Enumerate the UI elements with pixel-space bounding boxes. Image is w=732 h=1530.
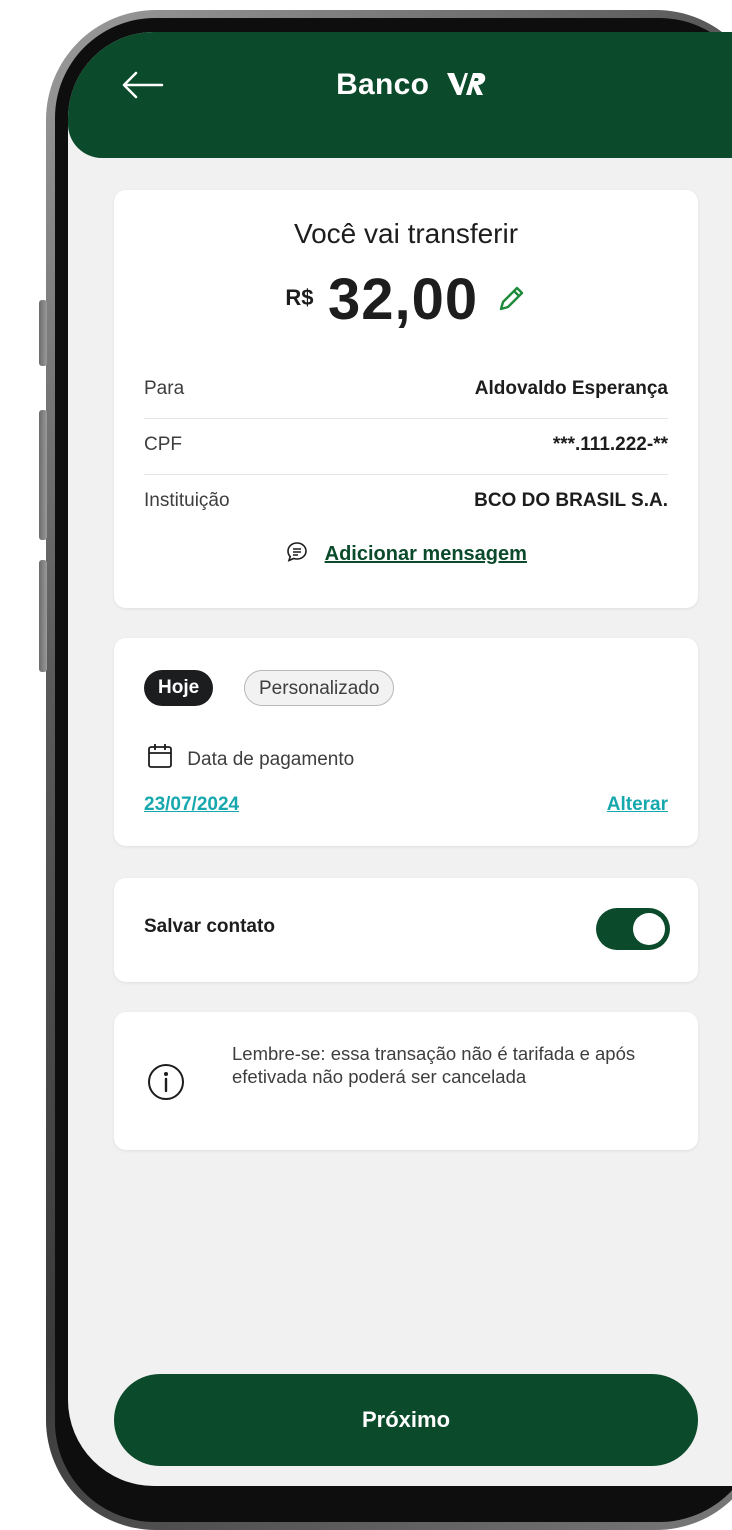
brand-title: Banco bbox=[68, 68, 732, 105]
chip-hoje[interactable]: Hoje bbox=[144, 670, 214, 706]
info-icon bbox=[146, 1062, 186, 1107]
amount-row: R$ 32,00 bbox=[114, 266, 698, 333]
chip-personalizado[interactable]: Personalizado bbox=[244, 670, 395, 706]
currency-symbol: R$ bbox=[285, 285, 314, 310]
save-contact-card: Salvar contato bbox=[114, 878, 698, 982]
notice-text: Lembre-se: essa transação não é tarifada… bbox=[232, 1043, 636, 1087]
app-screen: Banco Você vai transferir R$ 32,00 Para … bbox=[68, 32, 732, 1486]
toggle-knob bbox=[633, 913, 665, 945]
payment-date-card: Hoje Personalizado Data de pagamento 23/… bbox=[114, 638, 698, 846]
add-message-label: Adicionar mensagem bbox=[324, 543, 527, 565]
app-header: Banco bbox=[68, 32, 732, 158]
detail-label: Para bbox=[144, 378, 185, 399]
recipient-name: Aldovaldo Esperança bbox=[474, 378, 668, 399]
payment-date-label: Data de pagamento bbox=[146, 742, 354, 771]
next-button[interactable]: Próximo bbox=[114, 1374, 698, 1466]
payment-date-value[interactable]: 23/07/2024 bbox=[144, 794, 239, 816]
calendar-icon bbox=[148, 744, 172, 768]
add-message-link[interactable]: Adicionar mensagem bbox=[114, 540, 698, 566]
save-contact-label: Salvar contato bbox=[144, 916, 275, 937]
recipient-institution: BCO DO BRASIL S.A. bbox=[474, 490, 668, 511]
vr-logo bbox=[446, 71, 486, 105]
detail-label: Instituição bbox=[144, 490, 230, 511]
chat-bubble-icon bbox=[287, 542, 307, 562]
volume-down-button bbox=[39, 560, 47, 672]
brand-name: Banco bbox=[336, 68, 430, 101]
volume-up-button bbox=[39, 410, 47, 540]
recipient-cpf: ***.111.222-** bbox=[552, 434, 668, 455]
transfer-summary-card: Você vai transferir R$ 32,00 Para Aldova… bbox=[114, 190, 698, 608]
silent-switch bbox=[39, 300, 47, 366]
payment-date-text: Data de pagamento bbox=[187, 749, 355, 770]
save-contact-toggle[interactable] bbox=[596, 908, 670, 950]
change-date-link[interactable]: Alterar bbox=[607, 794, 668, 816]
detail-row-para: Para Aldovaldo Esperança bbox=[144, 362, 668, 416]
pencil-icon[interactable] bbox=[497, 283, 527, 318]
detail-label: CPF bbox=[144, 434, 182, 455]
transfer-title: Você vai transferir bbox=[293, 218, 519, 249]
detail-row-cpf: CPF ***.111.222-** bbox=[144, 418, 668, 472]
notice-card: Lembre-se: essa transação não é tarifada… bbox=[114, 1012, 698, 1150]
detail-row-instituicao: Instituição BCO DO BRASIL S.A. bbox=[144, 474, 668, 528]
transfer-amount: 32,00 bbox=[327, 267, 479, 332]
